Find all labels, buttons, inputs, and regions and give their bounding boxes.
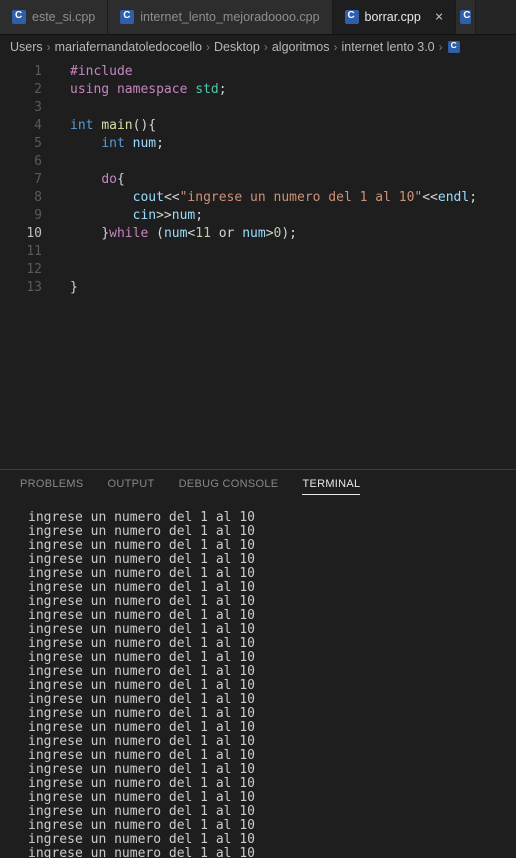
editor-tab-bar: este_si.cpp internet_lento_mejoradoooo.c… [0,0,516,35]
panel-tab-terminal[interactable]: TERMINAL [302,478,360,495]
cpp-icon [345,10,359,24]
cpp-icon [120,10,134,24]
crumb-desktop[interactable]: Desktop [214,40,260,54]
cpp-icon [12,10,26,24]
chevron-right-icon: › [439,40,443,54]
cpp-icon [448,41,460,53]
tab-borrar[interactable]: borrar.cpp × [333,0,457,34]
cpp-icon [460,10,471,24]
tab-este-si[interactable]: este_si.cpp [0,0,108,34]
tab-label: internet_lento_mejoradoooo.cpp [140,10,319,24]
breadcrumb[interactable]: Users › mariafernandatoledocoello › Desk… [0,35,516,59]
crumb-home[interactable]: mariafernandatoledocoello [55,40,202,54]
code-editor[interactable]: 12345678910111213 #include using namespa… [0,59,516,469]
chevron-right-icon: › [334,40,338,54]
panel-tab-output[interactable]: OUTPUT [108,478,155,495]
tab-label: este_si.cpp [32,10,95,24]
line-gutter: 12345678910111213 [0,59,60,469]
panel-tab-bar: PROBLEMS OUTPUT DEBUG CONSOLE TERMINAL [0,470,516,503]
panel-tab-debug[interactable]: DEBUG CONSOLE [179,478,279,495]
crumb-folder[interactable]: algoritmos [272,40,330,54]
code-area[interactable]: #include using namespace std; int main()… [60,59,477,469]
tab-label: borrar.cpp [365,10,421,24]
tab-internet-lento[interactable]: internet_lento_mejoradoooo.cpp [108,0,332,34]
terminal-output[interactable]: ingrese un numero del 1 al 10 ingrese un… [0,503,516,858]
close-icon[interactable]: × [435,10,443,24]
panel-tab-problems[interactable]: PROBLEMS [20,478,84,495]
chevron-right-icon: › [206,40,210,54]
crumb-folder2[interactable]: internet lento 3.0 [342,40,435,54]
crumb-users[interactable]: Users [10,40,43,54]
bottom-panel: PROBLEMS OUTPUT DEBUG CONSOLE TERMINAL i… [0,469,516,858]
chevron-right-icon: › [264,40,268,54]
tab-overflow[interactable] [456,0,476,34]
chevron-right-icon: › [47,40,51,54]
